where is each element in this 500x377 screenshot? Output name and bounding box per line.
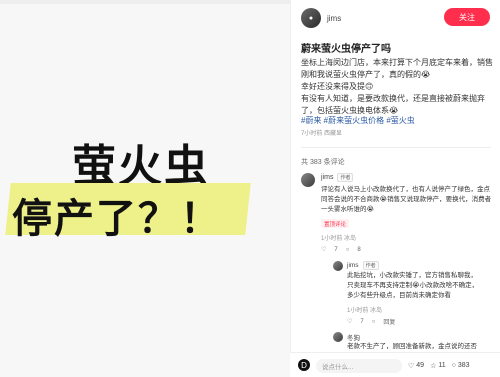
comment-button[interactable]: ○ 383 xyxy=(452,362,470,369)
comment-author: jims 作者 xyxy=(321,173,354,182)
brand-icon: D xyxy=(298,359,310,371)
post-image[interactable]: 萤火虫 停产了？！ xyxy=(0,0,290,377)
comment-avatar[interactable] xyxy=(301,173,315,187)
post-body-line: 有没有人知道，是要改款换代，还是直接被蔚来抛弃 xyxy=(301,94,485,103)
like-icon[interactable]: ♡ xyxy=(347,318,352,325)
post-title: 蔚来萤火虫停产了吗 xyxy=(301,44,391,55)
reply-author-name[interactable]: jims xyxy=(347,262,359,269)
bottom-bar: D 说点什么... ♡ 49 ☆ 11 ○ 383 xyxy=(290,352,500,377)
star-button[interactable]: ☆ 11 xyxy=(430,362,446,370)
author-name[interactable]: jims xyxy=(327,14,341,23)
post-body-line: 坐标上海闵边门店，本来打算下个月底定车来着，销售 xyxy=(301,58,493,67)
post-tags[interactable]: #蔚来 #蔚来萤火虫价格 #萤火虫 xyxy=(301,115,493,127)
app-root: 萤火虫 停产了？！ ● jims 关注 蔚来萤火虫停产了吗 坐标上海闵边门店，本… xyxy=(0,0,500,377)
comment-count: 共 383 条评论 xyxy=(301,159,345,166)
author-badge: 作者 xyxy=(337,173,354,182)
comment-author-name[interactable]: jims xyxy=(321,174,333,181)
comment-count-bottom: 383 xyxy=(457,362,470,369)
reply-reply-count: 回复 xyxy=(383,320,396,326)
like-button[interactable]: ♡ 49 xyxy=(408,362,424,370)
reply-item: jims 作者 此贴挖坑，小改款实锤了，官方销售私聊我，只卖现车不再支持定制😭小… xyxy=(333,261,481,331)
follow-button[interactable]: 关注 xyxy=(444,8,490,26)
image-sub-text: 停产了？！ xyxy=(12,196,222,242)
reply-author: 冬狗 xyxy=(347,332,360,342)
section-divider xyxy=(301,147,491,148)
reply-avatar[interactable] xyxy=(333,261,343,271)
heart-icon: ♡ xyxy=(408,362,415,370)
comment-like-count: 7 xyxy=(334,246,338,253)
post-panel: ● jims 关注 蔚来萤火虫停产了吗 坐标上海闵边门店，本来打算下个月底定车来… xyxy=(290,0,500,377)
reply-meta: 1小时前 冰岛 xyxy=(347,308,383,314)
like-icon[interactable]: ♡ xyxy=(321,246,326,253)
image-top-strip xyxy=(0,0,290,4)
comment-meta: 1小时前 冰岛 xyxy=(321,236,357,242)
comment-item: jims 作者 评论有人说马上小改款换代了，也有人说停产了绿色，金点同答会说的不… xyxy=(301,173,492,253)
pinned-badge: 置顶评论 xyxy=(321,219,349,228)
reply-text: 此贴挖坑，小改款实锤了，官方销售私聊我，只卖现车不再支持定制😭小改款改啥不确定，… xyxy=(347,272,479,299)
like-count: 49 xyxy=(416,362,425,369)
post-body: 坐标上海闵边门店，本来打算下个月底定车来着，销售 刚和我说萤火虫停产了，真的假的… xyxy=(301,57,493,117)
reply-author-name[interactable]: 冬狗 xyxy=(347,332,360,342)
star-count: 11 xyxy=(438,362,446,369)
reply-icon[interactable]: ○ xyxy=(372,319,376,325)
comment-text: 评论有人说马上小改款换代了，也有人说停产了绿色，金点同答会说的不合商款😭销售又说… xyxy=(321,186,492,213)
reply-item: 冬狗 老款不生产了，顾回准备新款，金点说的还否复 xyxy=(333,332,481,360)
reply-like-count: 7 xyxy=(360,318,364,325)
comment-actions: ♡ 7 ○ 8 xyxy=(321,246,361,254)
post-body-line: 刚和我说萤火虫停产了，真的假的😭 xyxy=(301,70,431,79)
comment-reply-count: 8 xyxy=(357,246,361,253)
star-icon: ☆ xyxy=(430,362,437,370)
reply-author: jims 作者 xyxy=(347,261,379,270)
comment-icon: ○ xyxy=(451,362,456,369)
bottom-actions: ♡ 49 ☆ 11 ○ 383 xyxy=(408,362,470,370)
reply-avatar[interactable] xyxy=(333,332,343,342)
comment-input[interactable]: 说点什么... xyxy=(316,358,402,373)
author-badge: 作者 xyxy=(362,261,379,270)
author-avatar[interactable]: ● xyxy=(301,8,321,28)
post-body-line: 幸好还没来得及提🙃 xyxy=(301,82,374,91)
reply-icon[interactable]: ○ xyxy=(346,247,350,253)
reply-actions: ♡ 7 ○ 回复 xyxy=(347,317,396,327)
post-meta: 7小时前 西藏显 xyxy=(301,131,343,137)
